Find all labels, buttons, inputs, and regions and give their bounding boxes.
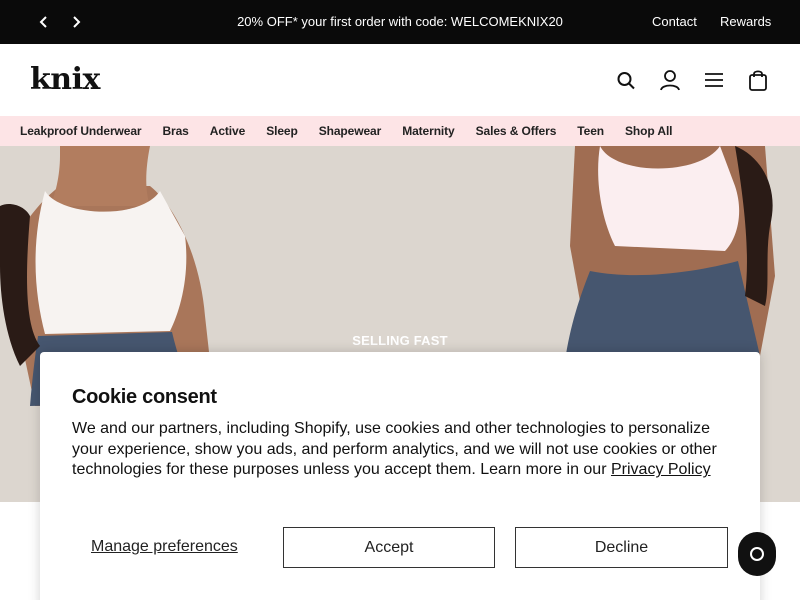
nav-item-shop-all[interactable]: Shop All [625,124,673,138]
rewards-link[interactable]: Rewards [720,14,771,29]
nav-item-sales-offers[interactable]: Sales & Offers [476,124,557,138]
nav-item-leakproof-underwear[interactable]: Leakproof Underwear [20,124,142,138]
bag-icon[interactable] [746,68,770,92]
logo[interactable]: knix [30,62,100,97]
category-nav: Leakproof Underwear Bras Active Sleep Sh… [0,116,800,146]
privacy-policy-link[interactable]: Privacy Policy [611,461,711,478]
cookie-title: Cookie consent [72,386,217,408]
announcement-bar: 20% OFF* your first order with code: WEL… [0,0,800,44]
nav-item-active[interactable]: Active [210,124,246,138]
site-header: knix [0,44,800,116]
nav-item-teen[interactable]: Teen [577,124,604,138]
promo-text: 20% OFF* your first order with code: WEL… [237,14,563,29]
cookie-body: We and our partners, including Shopify, … [72,419,732,481]
nav-item-shapewear[interactable]: Shapewear [319,124,382,138]
nav-item-bras[interactable]: Bras [162,124,188,138]
chat-launcher-icon[interactable] [738,532,776,576]
decline-button[interactable]: Decline [515,527,728,568]
search-icon[interactable] [614,68,638,92]
nav-item-maternity[interactable]: Maternity [402,124,455,138]
accept-button[interactable]: Accept [283,527,495,568]
hero-eyebrow: SELLING FAST [352,333,448,348]
cookie-consent-dialog: Cookie consent We and our partners, incl… [40,352,760,600]
user-icon[interactable] [658,68,682,92]
nav-item-sleep[interactable]: Sleep [266,124,298,138]
manage-preferences-link[interactable]: Manage preferences [91,538,238,556]
contact-link[interactable]: Contact [652,14,697,29]
chevron-left-icon[interactable] [34,12,54,32]
menu-icon[interactable] [702,68,726,92]
chevron-right-icon[interactable] [66,12,86,32]
